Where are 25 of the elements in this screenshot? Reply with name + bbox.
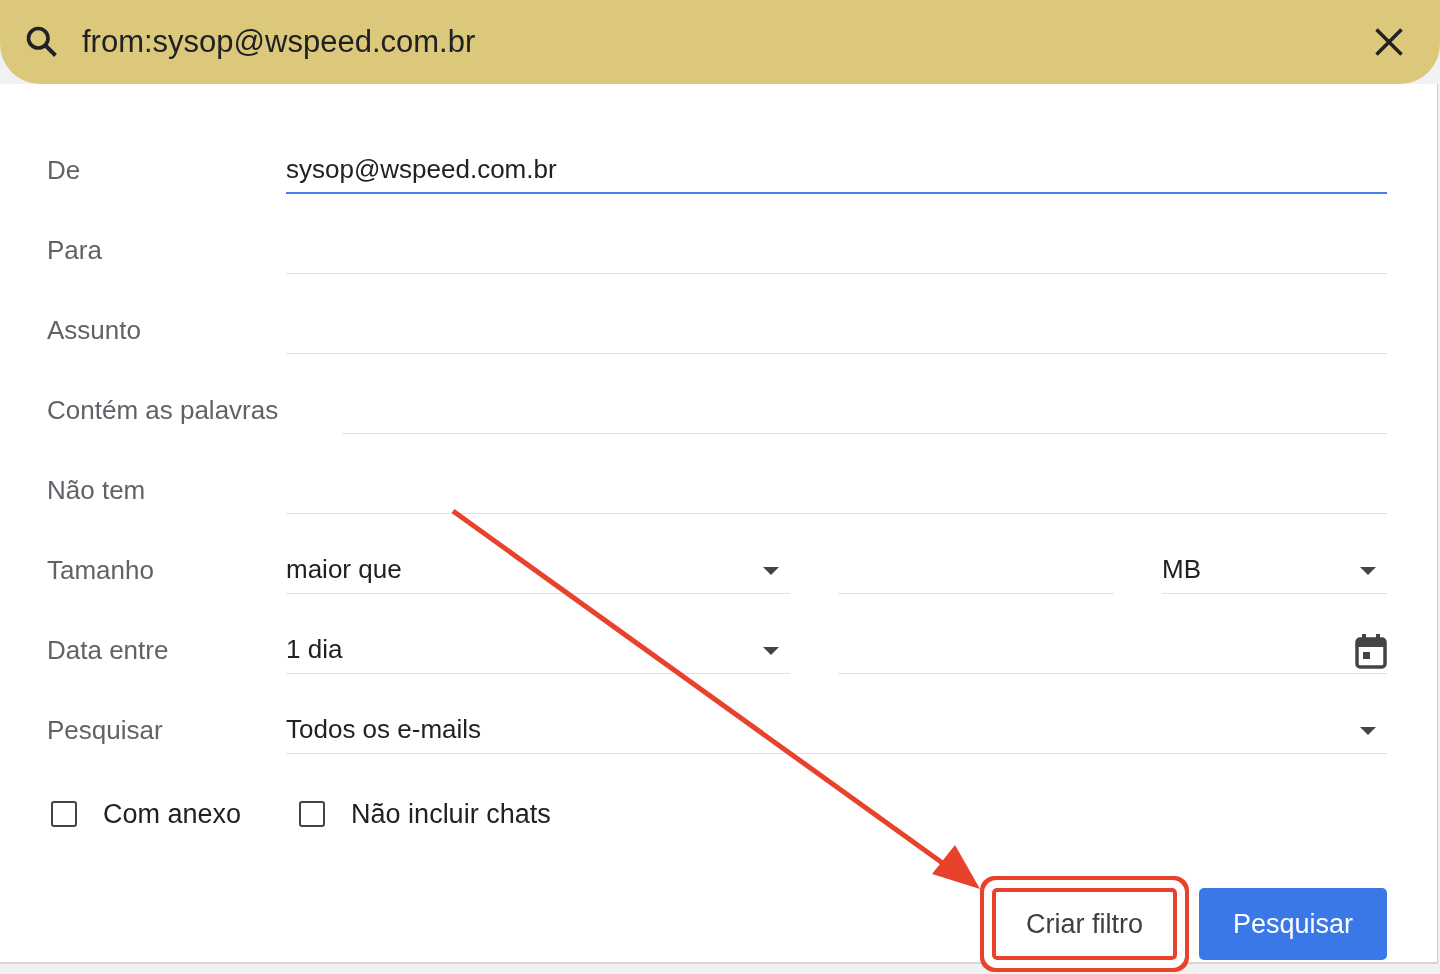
checkbox[interactable] — [51, 801, 77, 827]
field-label: De — [47, 155, 82, 187]
field-label: Assunto — [47, 315, 142, 347]
field-label: Não tem — [47, 475, 147, 507]
dropdown-caret-icon — [762, 645, 780, 656]
field-label: Contém as palavras — [47, 395, 280, 427]
close-icon[interactable] — [1374, 27, 1404, 57]
search-scope-dropdown[interactable]: Todos os e-mails — [286, 708, 1387, 754]
unit-dropdown[interactable]: MB — [1162, 548, 1387, 594]
field-label: Data entre — [47, 635, 170, 667]
calendar-icon[interactable] — [1355, 632, 1387, 669]
field-label: Para — [47, 235, 103, 267]
dropdown-caret-icon — [1359, 725, 1377, 736]
checkbox[interactable] — [299, 801, 326, 827]
range-dropdown[interactable]: 1 dia — [286, 628, 790, 674]
field-label: Pesquisar — [47, 715, 164, 747]
operator-dropdown[interactable]: maior que — [286, 548, 790, 594]
text-field[interactable]: sysop@wspeed.com.br — [286, 148, 1387, 194]
dropdown-caret-icon — [1359, 565, 1377, 576]
search-button[interactable]: Pesquisar — [1198, 888, 1387, 960]
dropdown-caret-icon — [762, 565, 780, 576]
checkbox-label: Não incluir chats — [351, 798, 551, 830]
field-label: Tamanho — [47, 555, 155, 587]
search-query[interactable]: from:sysop@wspeed.com.br — [82, 24, 1352, 60]
checkbox-label: Com anexo — [103, 798, 242, 830]
